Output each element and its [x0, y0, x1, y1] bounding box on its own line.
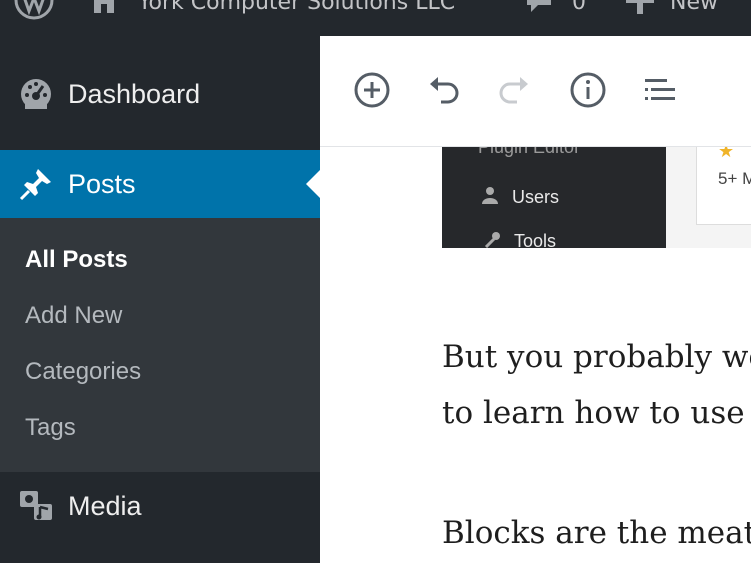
paragraph-block[interactable]: But you probably we to learn how to use …: [442, 329, 751, 441]
add-block-button[interactable]: [352, 72, 392, 112]
new-label: New: [670, 0, 718, 15]
paragraph-line: to learn how to use (: [442, 395, 751, 431]
comments-count: 0: [572, 0, 586, 15]
paragraph-line: But you probably we: [442, 339, 751, 375]
plus-icon: [626, 0, 654, 18]
screenshot-panel-text: 5+ M: [718, 169, 751, 188]
undo-button[interactable]: [423, 72, 463, 112]
active-menu-arrow: [306, 170, 320, 198]
screenshot-menu-label: Users: [512, 187, 560, 207]
star-icon: ★: [718, 147, 735, 161]
screenshot-menu-item: Users: [480, 185, 559, 210]
new-content-link[interactable]: New: [626, 0, 718, 18]
editor-content: Plugin Editor Users Tools ★ 5+ M But you…: [320, 147, 751, 563]
submenu-item-all-posts[interactable]: All Posts: [25, 246, 128, 274]
admin-bar: York Computer Solutions LLC 0 New: [0, 0, 751, 36]
editor-toolbar: [320, 36, 751, 147]
wordpress-logo-icon: [14, 0, 54, 24]
menu-item-posts[interactable]: Posts: [0, 150, 320, 218]
home-icon: [88, 0, 120, 19]
admin-sidebar: Dashboard Posts All Posts Add New Catego…: [0, 36, 320, 563]
site-name-link[interactable]: York Computer Solutions LLC: [88, 0, 455, 18]
embedded-screenshot-image[interactable]: Plugin Editor Users Tools ★ 5+ M: [442, 147, 751, 248]
posts-submenu: All Posts Add New Categories Tags: [0, 218, 320, 472]
menu-label-media: Media: [68, 490, 142, 521]
screenshot-menu-item: Plugin Editor: [478, 147, 581, 157]
menu-item-media[interactable]: Media: [0, 470, 320, 542]
pushpin-icon: [18, 166, 54, 202]
menu-label-dashboard: Dashboard: [68, 78, 201, 109]
comment-icon: [524, 0, 554, 19]
users-icon: [480, 185, 500, 210]
menu-item-dashboard[interactable]: Dashboard: [0, 58, 320, 130]
screenshot-panel: ★ 5+ M: [666, 147, 751, 248]
wordpress-logo-button[interactable]: [14, 0, 54, 20]
submenu-item-categories[interactable]: Categories: [25, 358, 141, 386]
outline-icon: [643, 73, 677, 112]
block-navigation-button[interactable]: [640, 72, 680, 112]
add-block-icon: [353, 71, 391, 114]
paragraph-block[interactable]: Blocks are the meat: [442, 505, 751, 561]
redo-button[interactable]: [495, 72, 535, 112]
comments-link[interactable]: 0: [524, 0, 586, 18]
content-info-button[interactable]: [568, 72, 608, 112]
undo-icon: [424, 71, 462, 114]
wrench-icon: [482, 229, 502, 248]
redo-icon: [496, 71, 534, 114]
screenshot-menu-item: Tools: [482, 229, 556, 248]
media-icon: [18, 488, 54, 524]
screenshot-menu-label: Tools: [514, 231, 557, 248]
menu-label-posts: Posts: [68, 168, 136, 199]
submenu-item-tags[interactable]: Tags: [25, 414, 76, 442]
paragraph-line: Blocks are the meat: [442, 515, 751, 551]
dashboard-icon: [18, 76, 54, 112]
submenu-item-add-new[interactable]: Add New: [25, 302, 122, 330]
site-name: York Computer Solutions LLC: [138, 0, 456, 15]
info-icon: [569, 71, 607, 114]
